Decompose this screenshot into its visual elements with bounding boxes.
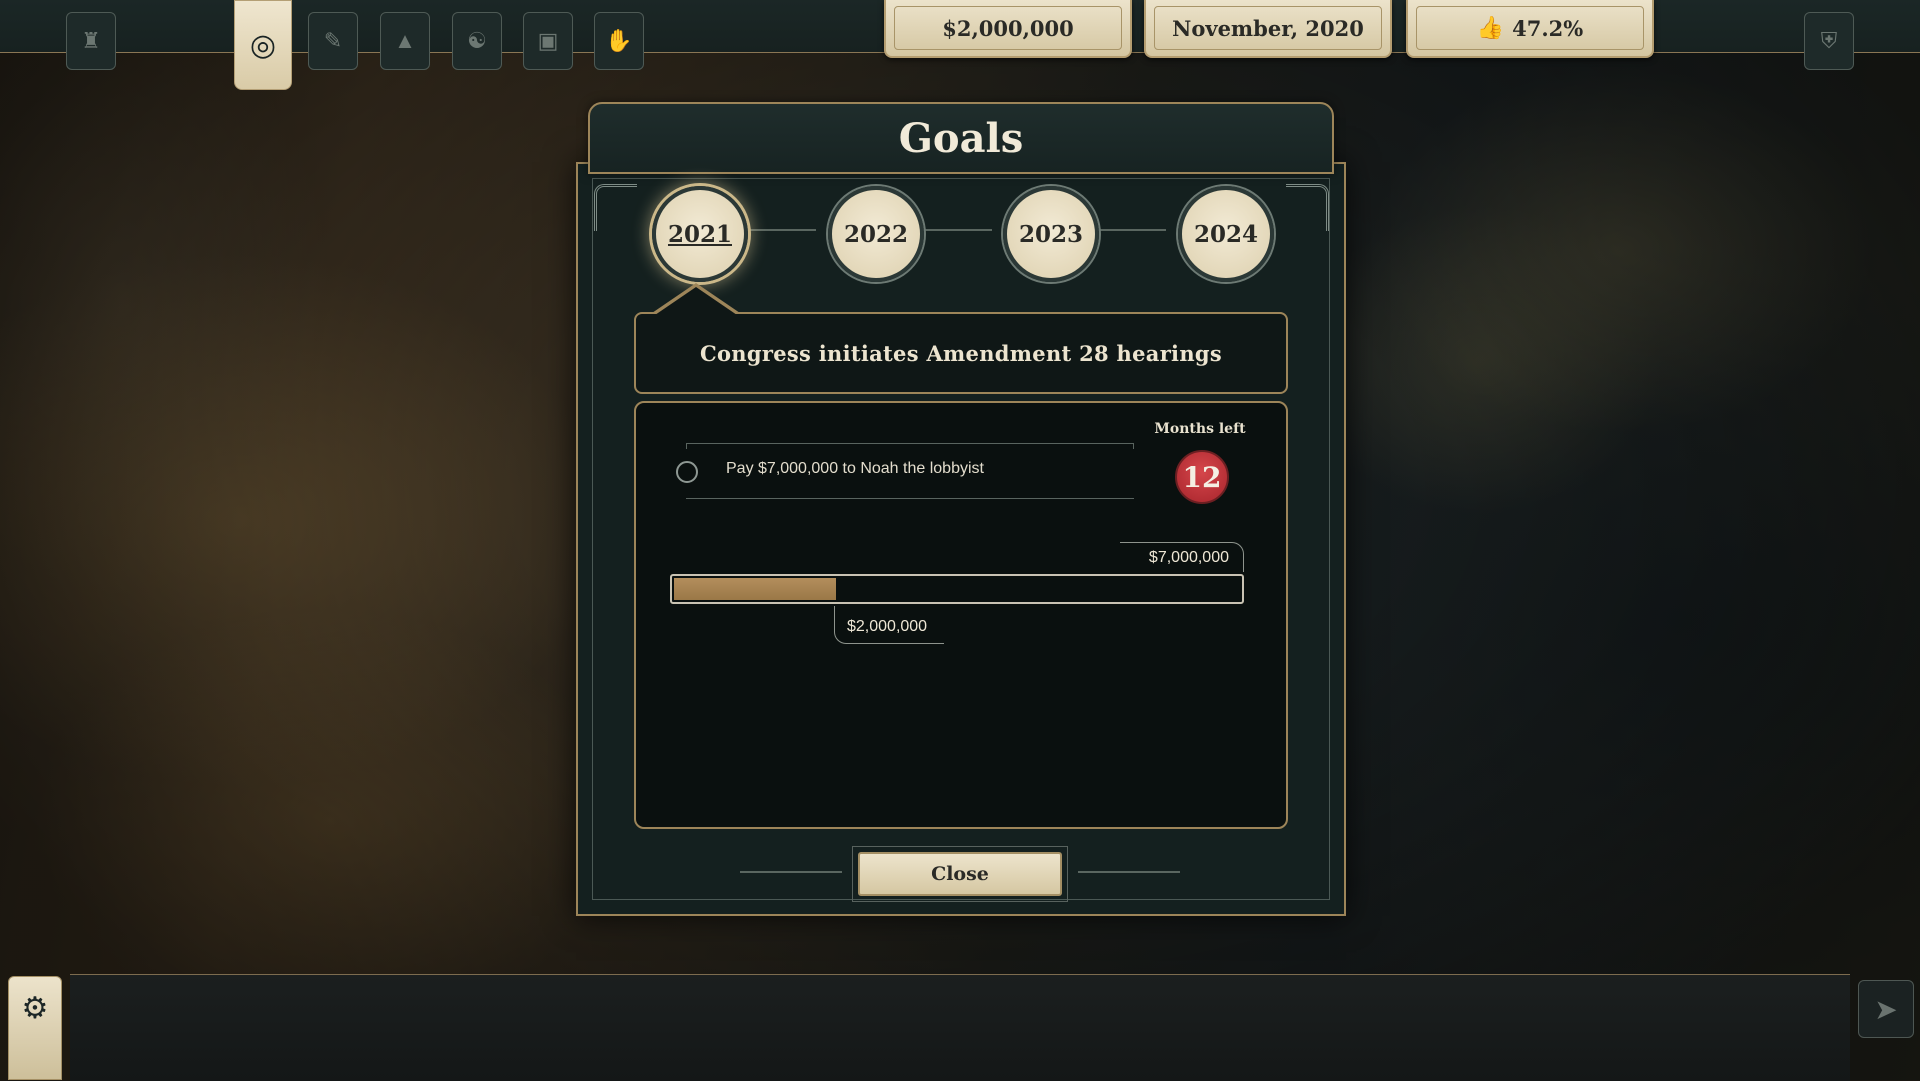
goals-target-icon[interactable]: ◎ bbox=[234, 0, 292, 90]
date-display: November, 2020 bbox=[1144, 0, 1392, 58]
ornament-corner bbox=[594, 184, 637, 231]
date-value: November, 2020 bbox=[1172, 15, 1364, 41]
dialog-title: Goals bbox=[588, 102, 1334, 174]
timeline-connector bbox=[740, 229, 816, 231]
year-tab-2023[interactable]: 2023 bbox=[1003, 186, 1099, 282]
task-text: Pay $7,000,000 to Noah the lobbyist bbox=[726, 460, 984, 477]
shield-icon[interactable]: ⛨ bbox=[1804, 12, 1854, 70]
months-left-badge: 12 bbox=[1175, 450, 1229, 504]
ornament-corner bbox=[1286, 184, 1329, 231]
arrow-right-icon: ➤ bbox=[1874, 993, 1898, 1025]
globe-hand-icon[interactable]: ☯ bbox=[452, 12, 502, 70]
year-tab-2024[interactable]: 2024 bbox=[1178, 186, 1274, 282]
year-tab-2022[interactable]: 2022 bbox=[828, 186, 924, 282]
thumbs-up-icon: 👍 bbox=[1476, 15, 1505, 41]
money-value: $2,000,000 bbox=[942, 15, 1074, 41]
approval-value: 47.2% bbox=[1512, 15, 1584, 41]
timeline-connector bbox=[916, 229, 992, 231]
approval-display: 👍 47.2% bbox=[1406, 0, 1654, 58]
gear-icon: ⚙ bbox=[21, 992, 49, 1025]
hand-gesture-icon[interactable]: ✋ bbox=[594, 12, 644, 70]
next-turn-button[interactable]: ➤ bbox=[1858, 980, 1914, 1038]
progress-target-label: $7,000,000 bbox=[1120, 542, 1244, 572]
divider-line bbox=[740, 871, 842, 873]
spread-icon[interactable]: ▲ bbox=[380, 12, 430, 70]
goal-title: Congress initiates Amendment 28 hearings bbox=[634, 312, 1288, 394]
tower-icon[interactable]: ♜ bbox=[66, 12, 116, 70]
progress-bar bbox=[670, 574, 1244, 604]
progress-current-label: $2,000,000 bbox=[834, 606, 944, 644]
selection-pointer-fill bbox=[655, 287, 737, 315]
task-checkbox[interactable] bbox=[676, 461, 698, 483]
timeline-connector bbox=[1090, 229, 1166, 231]
progress-bar-fill bbox=[674, 578, 836, 600]
bottom-bar bbox=[70, 974, 1850, 1081]
year-tab-2021[interactable]: 2021 bbox=[652, 186, 748, 282]
money-display: $2,000,000 bbox=[884, 0, 1132, 58]
briefcase-icon[interactable]: ▣ bbox=[523, 12, 573, 70]
months-left-label: Months left bbox=[1154, 421, 1246, 437]
document-icon[interactable]: ✎ bbox=[308, 12, 358, 70]
close-button[interactable]: Close bbox=[858, 852, 1062, 896]
settings-button[interactable]: ⚙ bbox=[8, 976, 62, 1080]
divider-line bbox=[1078, 871, 1180, 873]
